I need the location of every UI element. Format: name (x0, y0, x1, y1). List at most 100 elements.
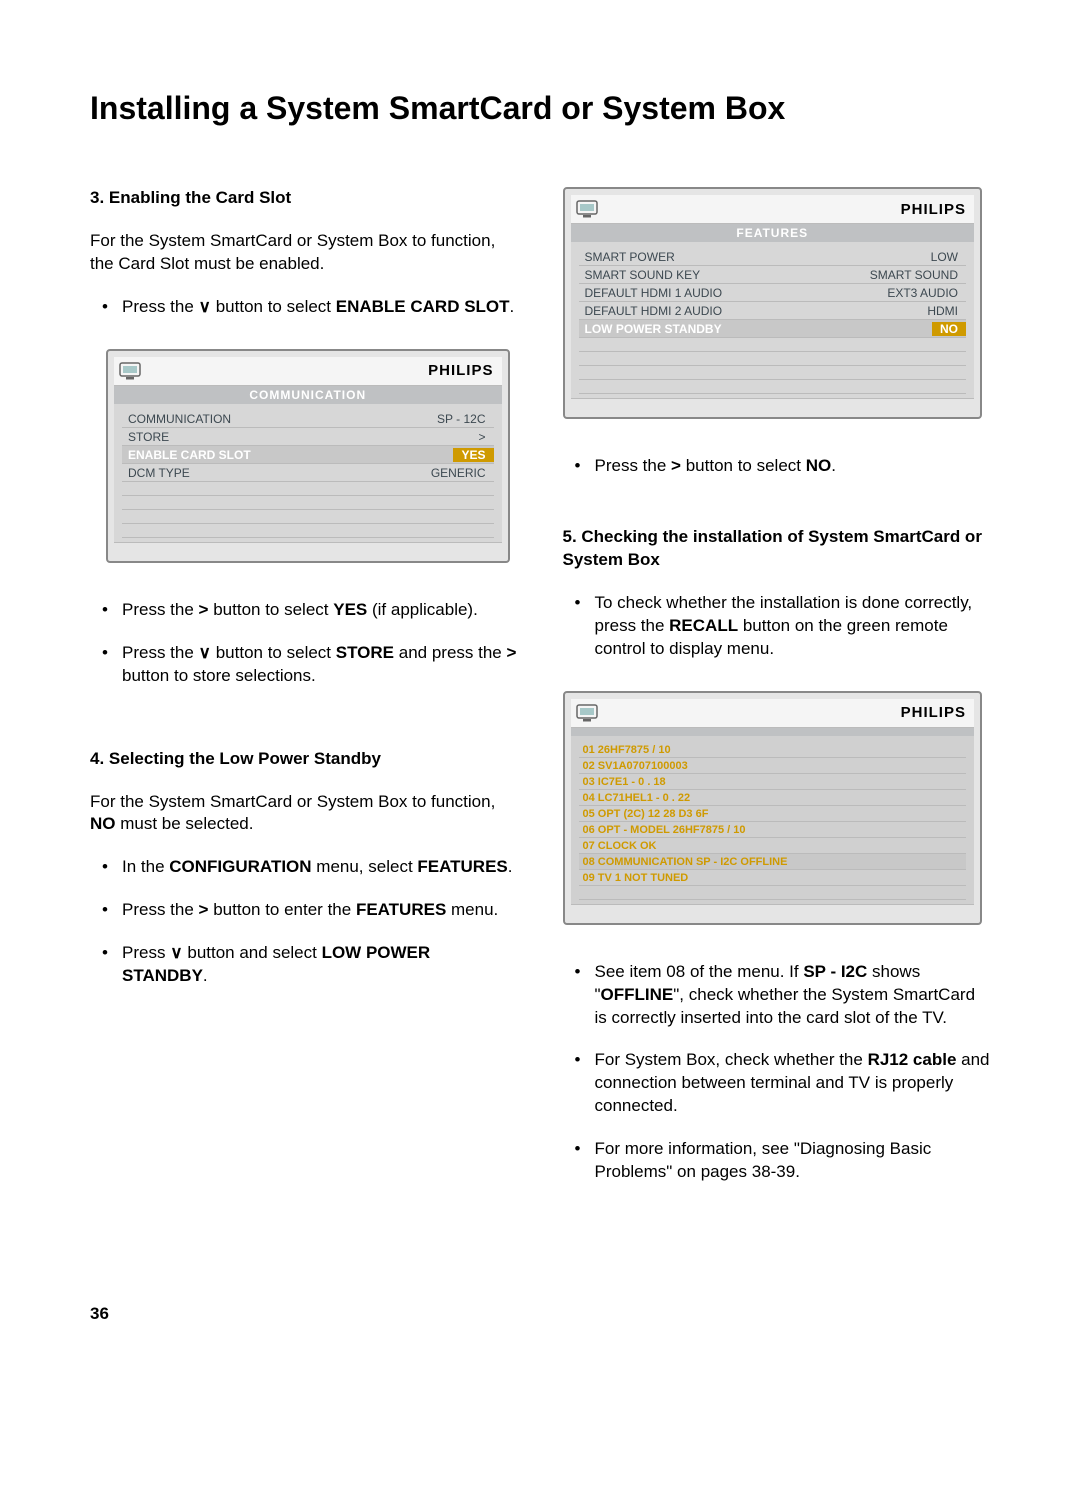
osd-status-line: 01 26HF7875 / 10 (579, 742, 967, 758)
list-item: Press the ∨ button to select STORE and p… (90, 642, 518, 688)
down-icon: ∨ (170, 943, 182, 962)
right-column: PHILIPS FEATURES SMART POWER LOW SMART SOU… (563, 187, 991, 1214)
osd-body: SMART POWERLOWSMART SOUND KEYSMART SOUND… (571, 242, 975, 398)
osd-row-label: ENABLE CARD SLOT (122, 448, 251, 462)
section-3-heading: 3. Enabling the Card Slot (90, 187, 518, 210)
osd-brand: PHILIPS (901, 201, 966, 218)
section-5-list: To check whether the installation is don… (563, 592, 991, 661)
select-no-list: Press the > button to select NO. (563, 455, 991, 478)
osd-row: SMART SOUND KEY SMART SOUND (579, 266, 967, 284)
section-5-heading: 5. Checking the installation of System S… (563, 526, 991, 572)
osd-footer (114, 542, 502, 555)
osd-row-label: DCM TYPE (122, 466, 190, 480)
osd-status-line: 07 CLOCK OK (579, 838, 967, 854)
right-icon: > (199, 600, 209, 619)
osd-status: PHILIPS 01 26HF7875 / 1002 SV1A070710000… (563, 691, 983, 925)
right-icon: > (199, 900, 209, 919)
osd-communication: PHILIPS COMMUNICATION COMMUNICATION SP - … (106, 349, 510, 563)
osd-status-line: 09 TV 1 NOT TUNED (579, 870, 967, 886)
left-column: 3. Enabling the Card Slot For the System… (90, 187, 518, 1214)
osd-blank-row (579, 366, 967, 380)
osd-row-value: GENERIC (431, 466, 494, 480)
page-number: 36 (90, 1304, 990, 1324)
down-icon: ∨ (199, 643, 211, 662)
right-icon: > (671, 456, 681, 475)
osd-row-value: YES (453, 448, 493, 462)
osd-row-label: DEFAULT HDMI 1 AUDIO (579, 286, 723, 300)
osd-row-value: SMART SOUND (870, 268, 966, 282)
osd-body: COMMUNICATION SP - 12C STORE > ENABLE CARD S… (114, 404, 502, 542)
list-item: Press the > button to select NO. (563, 455, 991, 478)
list-item: In the CONFIGURATION menu, select FEATUR… (90, 856, 518, 879)
osd-status-line: 05 OPT (2C) 12 28 D3 6F (579, 806, 967, 822)
osd-row-value: > (478, 430, 493, 444)
osd-row: DEFAULT HDMI 1 AUDIO EXT3 AUDIO (579, 284, 967, 302)
list-item: Press the > button to enter the FEATURES… (90, 899, 518, 922)
section-3-list: Press the ∨ button to select ENABLE CARD… (90, 296, 518, 319)
page-title: Installing a System SmartCard or System … (90, 90, 990, 127)
section-5-list-2: See item 08 of the menu. If SP - I2C sho… (563, 961, 991, 1185)
osd-status-line: 02 SV1A0707100003 (579, 758, 967, 774)
osd-status-line: 08 COMMUNICATION SP - I2C OFFLINE (579, 854, 967, 870)
tv-icon (575, 198, 603, 220)
osd-row-value: LOW (931, 250, 966, 264)
right-icon: > (506, 643, 516, 662)
osd-footer (571, 904, 975, 917)
osd-row-label: LOW POWER STANDBY (579, 322, 722, 336)
list-item: See item 08 of the menu. If SP - I2C sho… (563, 961, 991, 1030)
osd-row: LOW POWER STANDBY NO (579, 320, 967, 338)
osd-blank-row (579, 380, 967, 394)
two-column-layout: 3. Enabling the Card Slot For the System… (90, 187, 990, 1214)
osd-blank-row (122, 482, 494, 496)
osd-row-value: SP - 12C (437, 412, 493, 426)
osd-blank-row (579, 338, 967, 352)
osd-brand: PHILIPS (901, 704, 966, 721)
osd-header: PHILIPS (571, 195, 975, 224)
list-item: For System Box, check whether the RJ12 c… (563, 1049, 991, 1118)
section-4-heading: 4. Selecting the Low Power Standby (90, 748, 518, 771)
list-item: To check whether the installation is don… (563, 592, 991, 661)
osd-row: STORE > (122, 428, 494, 446)
down-icon: ∨ (199, 297, 211, 316)
osd-row: COMMUNICATION SP - 12C (122, 410, 494, 428)
osd-blank-row (122, 496, 494, 510)
osd-row-label: COMMUNICATION (122, 412, 231, 426)
osd-row: SMART POWER LOW (579, 248, 967, 266)
osd-blank-row (122, 524, 494, 538)
osd-title (571, 728, 975, 736)
section-4-intro: For the System SmartCard or System Box t… (90, 791, 518, 837)
osd-row-value: EXT3 AUDIO (887, 286, 966, 300)
osd-title: COMMUNICATION (114, 386, 502, 404)
list-item: Press ∨ button and select LOW POWER STAN… (90, 942, 518, 988)
osd-row: DEFAULT HDMI 2 AUDIO HDMI (579, 302, 967, 320)
tv-icon (118, 360, 146, 382)
osd-row-label: DEFAULT HDMI 2 AUDIO (579, 304, 723, 318)
osd-row-label: SMART POWER (579, 250, 675, 264)
osd-row-value: HDMI (927, 304, 966, 318)
osd-status-line: 04 LC71HEL1 - 0 . 22 (579, 790, 967, 806)
osd-header: PHILIPS (571, 699, 975, 728)
osd-row: DCM TYPE GENERIC (122, 464, 494, 482)
osd-blank-row (579, 886, 967, 900)
manual-page: Installing a System SmartCard or System … (0, 0, 1080, 1364)
tv-icon (575, 702, 603, 724)
osd-row-label: STORE (122, 430, 169, 444)
osd-body: 01 26HF7875 / 1002 SV1A070710000303 IC7E… (571, 736, 975, 904)
osd-brand: PHILIPS (428, 362, 493, 379)
osd-blank-row (579, 352, 967, 366)
section-3-intro: For the System SmartCard or System Box t… (90, 230, 518, 276)
osd-header: PHILIPS (114, 357, 502, 386)
osd-footer (571, 398, 975, 411)
section-4-list: In the CONFIGURATION menu, select FEATUR… (90, 856, 518, 988)
section-3-list-2: Press the > button to select YES (if app… (90, 599, 518, 688)
osd-row-label: SMART SOUND KEY (579, 268, 701, 282)
list-item: Press the > button to select YES (if app… (90, 599, 518, 622)
osd-status-line: 03 IC7E1 - 0 . 18 (579, 774, 967, 790)
osd-title: FEATURES (571, 224, 975, 242)
list-item: For more information, see "Diagnosing Ba… (563, 1138, 991, 1184)
osd-blank-row (122, 510, 494, 524)
osd-row: ENABLE CARD SLOT YES (122, 446, 494, 464)
osd-row-value: NO (932, 322, 966, 336)
osd-status-line: 06 OPT - MODEL 26HF7875 / 10 (579, 822, 967, 838)
list-item: Press the ∨ button to select ENABLE CARD… (90, 296, 518, 319)
